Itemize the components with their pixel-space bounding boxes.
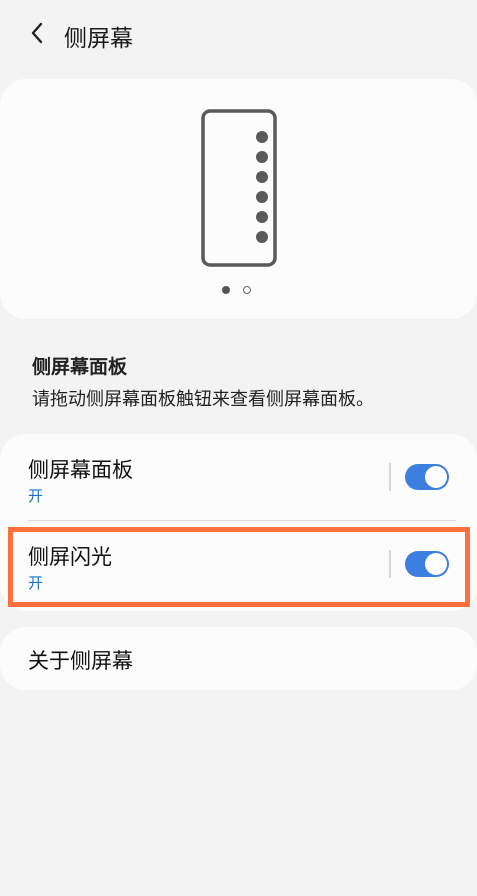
back-button[interactable] xyxy=(22,18,52,48)
edge-screen-phone-icon xyxy=(201,109,277,267)
setting-status: 开 xyxy=(28,487,44,505)
setting-label: 侧屏幕面板 xyxy=(28,458,133,482)
section-title: 侧屏幕面板 xyxy=(32,356,128,378)
about-label: 关于侧屏幕 xyxy=(28,649,133,673)
toggle-knob xyxy=(425,466,447,488)
page-indicator xyxy=(222,286,251,294)
setting-row-edge-panels[interactable]: 侧屏幕面板 开 xyxy=(0,434,477,520)
chevron-left-icon xyxy=(31,22,43,44)
page-dot-active[interactable] xyxy=(222,286,230,294)
app-header: 侧屏幕 xyxy=(0,0,477,66)
about-row[interactable]: 关于侧屏幕 xyxy=(0,627,477,690)
page-dot-inactive[interactable] xyxy=(243,286,251,294)
highlight-box xyxy=(8,527,470,607)
section-description: 请拖动侧屏幕面板触钮来查看侧屏幕面板。 xyxy=(32,389,374,410)
page-title: 侧屏幕 xyxy=(64,26,133,52)
toggle-divider xyxy=(389,463,391,491)
edge-panels-toggle[interactable] xyxy=(405,464,449,490)
preview-card xyxy=(0,79,477,319)
